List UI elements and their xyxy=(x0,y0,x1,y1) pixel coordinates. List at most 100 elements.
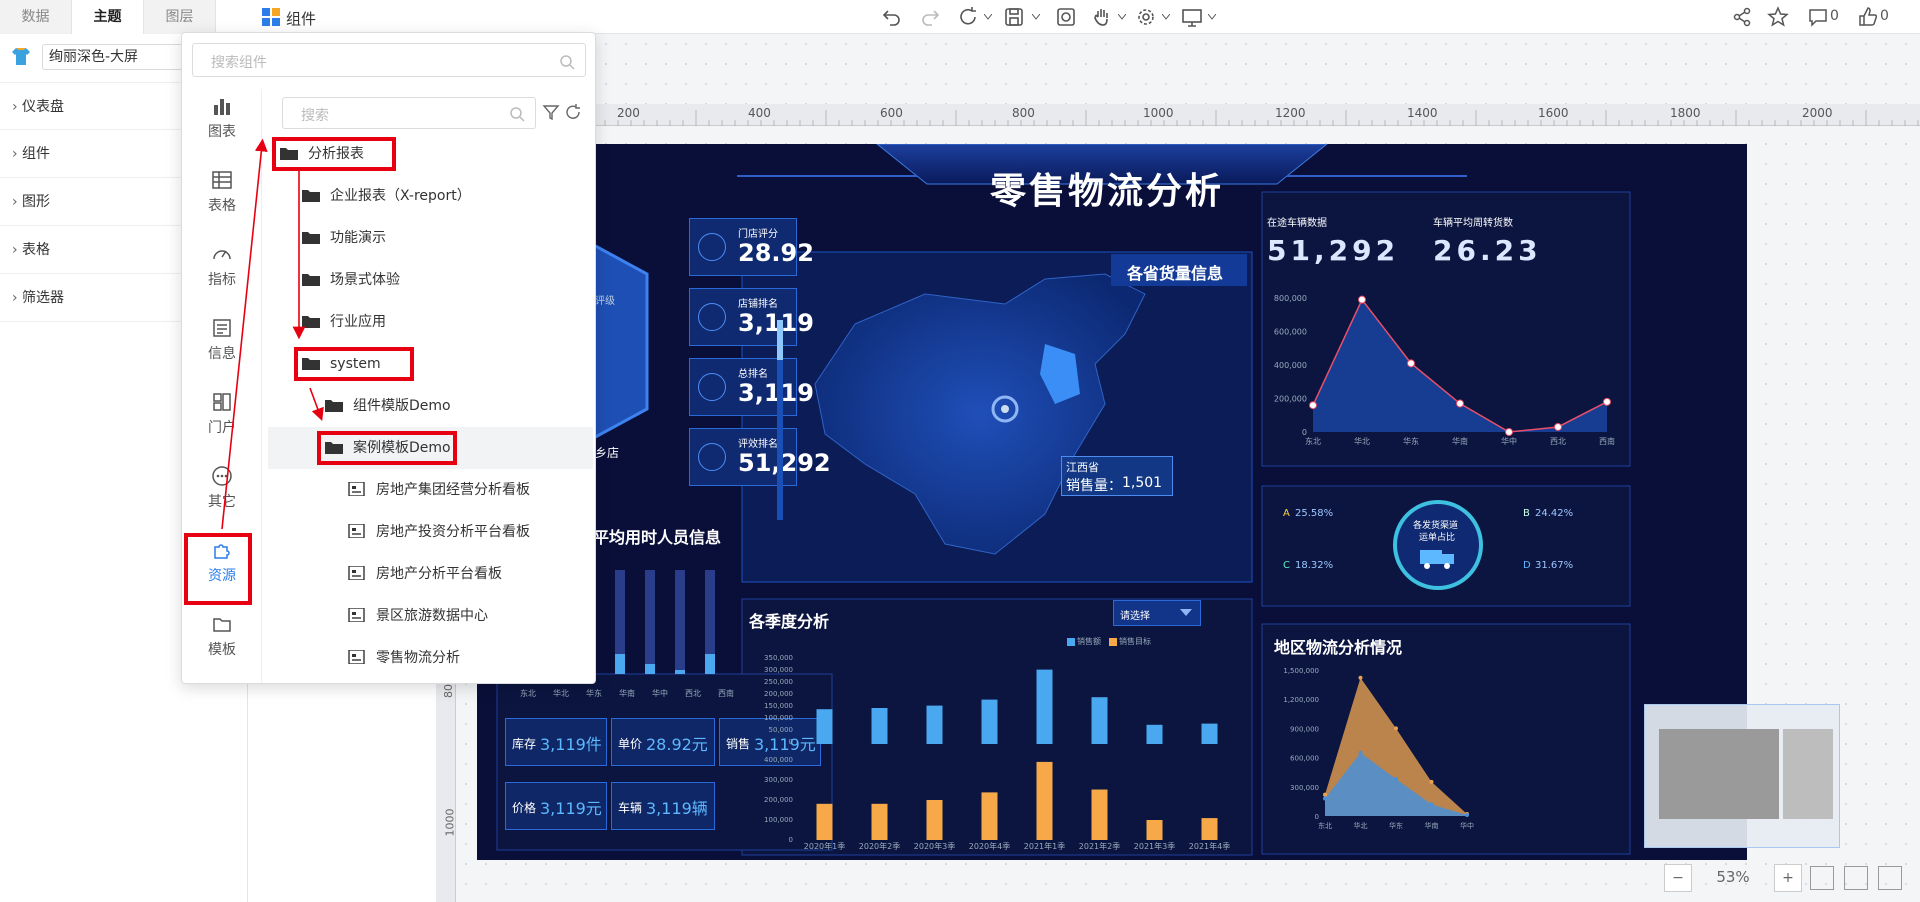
tab-layers[interactable]: 图层 xyxy=(144,0,216,34)
hand-caret-icon[interactable] xyxy=(1118,14,1126,20)
tree-file[interactable]: 景区旅游数据中心 xyxy=(348,595,488,637)
settings-icon[interactable] xyxy=(1134,5,1158,29)
tree-folder[interactable]: 场景式体验 xyxy=(302,259,400,301)
line-x-label: 华北 xyxy=(1354,436,1370,446)
region-x-label: 华中 xyxy=(1460,821,1474,830)
line-x-label: 西北 xyxy=(1550,437,1566,446)
tree-file[interactable]: 房地产投资分析平台看板 xyxy=(348,511,530,553)
like-icon[interactable] xyxy=(1856,5,1880,29)
stat-box[interactable]: 价格 3,119元 xyxy=(505,782,607,830)
refresh-icon[interactable] xyxy=(564,103,582,121)
chevron-right-icon: › xyxy=(12,242,18,258)
line-y-label: 200,000 xyxy=(1274,395,1307,404)
rail-portal[interactable]: 门户 xyxy=(182,385,262,455)
refresh-icon[interactable] xyxy=(956,5,980,29)
zoom-value[interactable]: 53% xyxy=(1698,868,1768,886)
panel-item-label: 筛选器 xyxy=(22,290,64,306)
dashboard-canvas[interactable]: + 零售物流分析 门店评分 28.92 店铺排名 3,119 总排名 3,119… xyxy=(477,144,1747,860)
region-x-label: 华东 xyxy=(1389,821,1403,830)
redo-icon[interactable] xyxy=(918,5,942,29)
report-file-icon xyxy=(348,482,365,496)
undo-icon[interactable] xyxy=(880,5,904,29)
tree-folder[interactable]: 行业应用 xyxy=(302,301,386,343)
season-x-label: 2021年2季 xyxy=(1079,841,1120,850)
target-bar xyxy=(1201,818,1218,840)
line-point xyxy=(1505,428,1513,436)
filter-icon[interactable] xyxy=(542,103,560,121)
season-y-label: 100,000 xyxy=(764,816,793,824)
tree-file[interactable]: 房地产集团经营分析看板 xyxy=(348,469,530,511)
template-icon xyxy=(213,618,231,632)
tree-folder[interactable]: 功能演示 xyxy=(302,217,386,259)
channel-donut-panel[interactable]: 各发货渠道 运单占比 A 25.58% B 24.42% C 18.32% D … xyxy=(1273,496,1603,594)
line-x-label: 华南 xyxy=(1452,436,1468,446)
component-search-input[interactable]: 搜索组件 xyxy=(192,43,586,77)
hand-icon[interactable] xyxy=(1090,5,1114,29)
rail-other[interactable]: 其它 xyxy=(182,459,262,529)
tree-file[interactable]: 房地产分析平台看板 xyxy=(348,553,502,595)
folder-icon xyxy=(302,316,320,328)
season-x-label: 2020年2季 xyxy=(859,841,900,850)
component-grid-icon[interactable] xyxy=(262,8,280,26)
sales-bar xyxy=(816,709,833,744)
tree-search-input[interactable]: 搜索 xyxy=(282,97,536,129)
screen-caret-icon[interactable] xyxy=(1208,14,1216,20)
settings-caret-icon[interactable] xyxy=(1162,14,1170,20)
dashboard-title: 零售物流分析 xyxy=(990,171,1225,212)
hruler-label: 1800 xyxy=(1670,106,1701,120)
fit-screen-icon[interactable] xyxy=(1844,866,1868,890)
rail-metric[interactable]: 指标 xyxy=(182,237,262,307)
rail-template[interactable]: 模板 xyxy=(182,607,262,677)
season-y-label: 300,000 xyxy=(764,666,793,674)
screen-icon[interactable] xyxy=(1180,5,1204,29)
china-map[interactable]: 各省货量信息 江西省 销售量： 1,501 xyxy=(745,254,1250,580)
fit-width-icon[interactable] xyxy=(1810,866,1834,890)
tree-item-label: 零售物流分析 xyxy=(376,650,460,666)
legend-a-value: 25.58% xyxy=(1295,508,1334,519)
stat-box[interactable]: 库存 3,119件 xyxy=(505,718,607,766)
chevron-right-icon: › xyxy=(12,194,18,210)
zoom-in-button[interactable]: + xyxy=(1774,864,1802,892)
rail-table[interactable]: 表格 xyxy=(182,163,262,233)
line-y-label: 0 xyxy=(1302,428,1307,437)
more-icon xyxy=(212,466,232,486)
avg-value: 26.23 xyxy=(1433,234,1542,267)
tree-file[interactable]: 零售物流分析 xyxy=(348,637,460,679)
rail-info[interactable]: 信息 xyxy=(182,311,262,381)
region-point xyxy=(1429,802,1434,807)
legend-b-value: 24.42% xyxy=(1535,508,1574,519)
tree-folder[interactable]: 企业报表（X-report） xyxy=(302,175,471,217)
minimap[interactable] xyxy=(1644,704,1840,848)
share-icon[interactable] xyxy=(1730,5,1754,29)
tab-theme[interactable]: 主题 xyxy=(72,0,144,34)
comment-icon[interactable] xyxy=(1806,5,1830,29)
season-select[interactable]: 请选择 xyxy=(1113,600,1201,626)
tab-data[interactable]: 数据 xyxy=(0,0,72,34)
tree-item-label: 企业报表（X-report） xyxy=(330,188,471,204)
save-caret-icon[interactable] xyxy=(1032,14,1040,20)
rail-chart[interactable]: 图表 xyxy=(182,89,262,159)
stat-box[interactable]: 单价 28.92元 xyxy=(611,718,715,766)
star-icon[interactable] xyxy=(1766,5,1790,29)
component-menu-label[interactable]: 组件 xyxy=(286,8,316,29)
target-bar xyxy=(926,800,943,840)
save-icon[interactable] xyxy=(1002,5,1026,29)
stat-box[interactable]: 车辆 3,119辆 xyxy=(611,782,715,830)
refresh-caret-icon[interactable] xyxy=(984,14,992,20)
preview-icon[interactable] xyxy=(1054,5,1078,29)
zoom-out-button[interactable]: − xyxy=(1664,864,1692,892)
avg-label: 车辆平均周转货数 xyxy=(1433,218,1513,229)
tree-item-label: 房地产分析平台看板 xyxy=(376,566,502,582)
line-point xyxy=(1554,422,1562,431)
region-point xyxy=(1394,777,1398,782)
report-file-icon xyxy=(348,608,365,622)
region-point xyxy=(1465,813,1469,818)
sales-bar xyxy=(871,708,888,744)
tree-folder[interactable]: 组件模版Demo xyxy=(325,385,451,427)
layout-icon[interactable] xyxy=(1878,866,1902,890)
target-bar xyxy=(871,803,888,840)
season-x-label: 2021年4季 xyxy=(1189,841,1230,850)
store-icon xyxy=(698,303,726,331)
map-title: 各省货量信息 xyxy=(1127,264,1224,283)
hruler-label: 400 xyxy=(748,106,771,120)
